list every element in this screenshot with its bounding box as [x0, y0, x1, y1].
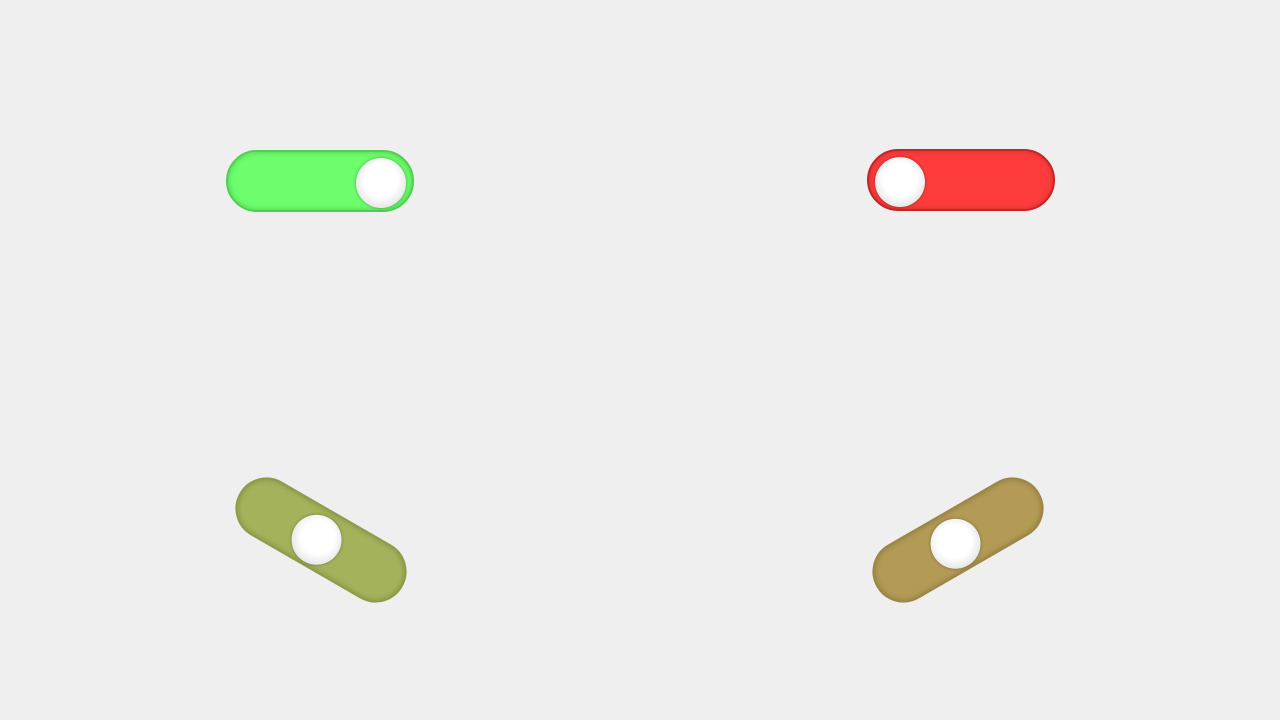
toggle-switch-tilted-down[interactable] — [224, 466, 418, 614]
toggle-demo-canvas — [0, 0, 1280, 720]
toggle-switch-off[interactable] — [867, 149, 1055, 211]
toggle-switch-on[interactable] — [226, 150, 414, 212]
toggle-knob[interactable] — [921, 509, 990, 578]
toggle-knob[interactable] — [875, 157, 925, 207]
toggle-knob[interactable] — [282, 505, 351, 574]
toggle-switch-tilted-up[interactable] — [861, 466, 1055, 614]
toggle-knob[interactable] — [356, 158, 406, 208]
